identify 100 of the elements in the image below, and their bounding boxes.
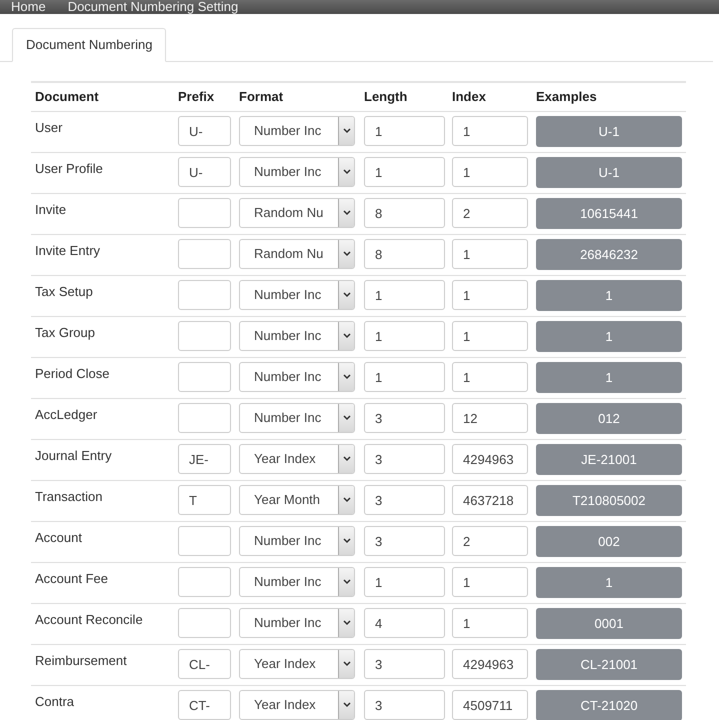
length-field[interactable]: 3 — [364, 690, 445, 720]
index-field[interactable]: 1 — [452, 567, 528, 597]
chevron-down-icon — [342, 210, 350, 216]
prefix-field[interactable] — [178, 526, 231, 556]
example-label: 1 — [536, 567, 682, 598]
index-field[interactable]: 4509711 — [452, 690, 528, 720]
format-dropdown[interactable]: Year Month — [239, 485, 355, 515]
length-field[interactable]: 8 — [364, 239, 445, 269]
prefix-field[interactable] — [178, 321, 231, 351]
format-dropdown[interactable]: Number Inc — [239, 116, 355, 146]
length-field[interactable]: 1 — [364, 116, 445, 146]
prefix-field[interactable] — [178, 198, 231, 228]
example-label: 012 — [536, 403, 682, 434]
length-field[interactable]: 3 — [364, 403, 445, 433]
document-name: Tax Group — [34, 324, 96, 342]
prefix-field[interactable] — [178, 403, 231, 433]
index-field[interactable]: 4637218 — [452, 485, 528, 515]
index-field[interactable]: 2 — [452, 198, 528, 228]
document-name: Account — [34, 529, 83, 547]
chevron-down-icon — [342, 579, 350, 585]
length-field[interactable]: 4 — [364, 608, 445, 638]
document-name: Invite — [34, 201, 68, 219]
column-header: Format — [239, 88, 284, 106]
format-dropdown[interactable]: Number Inc — [239, 280, 355, 310]
format-dropdown[interactable]: Number Inc — [239, 567, 355, 597]
chevron-down-icon — [342, 538, 350, 544]
example-label: 1 — [536, 321, 682, 352]
format-dropdown[interactable]: Number Inc — [239, 526, 355, 556]
chevron-down-icon — [342, 456, 350, 462]
prefix-field[interactable] — [178, 239, 231, 269]
index-field[interactable]: 1 — [452, 239, 528, 269]
document-name: AccLedger — [34, 406, 98, 424]
format-dropdown[interactable]: Number Inc — [239, 403, 355, 433]
length-field[interactable]: 3 — [364, 526, 445, 556]
column-header: Index — [452, 88, 487, 106]
prefix-field[interactable] — [178, 608, 231, 638]
document-name: User Profile — [34, 160, 104, 178]
prefix-field[interactable] — [178, 280, 231, 310]
chevron-down-icon — [342, 169, 350, 175]
column-header: Examples — [536, 88, 598, 106]
prefix-field[interactable]: T — [178, 485, 231, 515]
index-field[interactable]: 12 — [452, 403, 528, 433]
format-dropdown[interactable]: Year Index — [239, 690, 355, 720]
chevron-down-icon — [342, 128, 350, 134]
index-field[interactable]: 1 — [452, 280, 528, 310]
length-field[interactable]: 3 — [364, 444, 445, 474]
document-name: Account Reconcile — [34, 611, 144, 629]
example-label: CT-21020 — [536, 690, 682, 720]
breadcrumb-link[interactable]: Home — [11, 0, 46, 14]
index-field[interactable]: 1 — [452, 157, 528, 187]
example-label: 1 — [536, 280, 682, 311]
index-field[interactable]: 4294963 — [452, 649, 528, 679]
length-field[interactable]: 3 — [364, 649, 445, 679]
example-label: 1 — [536, 362, 682, 393]
length-field[interactable]: 8 — [364, 198, 445, 228]
index-field[interactable]: 4294963 — [452, 444, 528, 474]
format-dropdown[interactable]: Random Nu — [239, 198, 355, 228]
format-dropdown[interactable]: Random Nu — [239, 239, 355, 269]
length-field[interactable]: 3 — [364, 485, 445, 515]
length-field[interactable]: 1 — [364, 280, 445, 310]
length-field[interactable]: 1 — [364, 362, 445, 392]
format-dropdown[interactable]: Number Inc — [239, 362, 355, 392]
tab[interactable]: Document Numbering — [12, 28, 166, 62]
document-name: Contra — [34, 693, 76, 711]
format-dropdown[interactable]: Number Inc — [239, 157, 355, 187]
example-label: U-1 — [536, 157, 682, 188]
index-field[interactable]: 2 — [452, 526, 528, 556]
example-label: 0001 — [536, 608, 682, 639]
chevron-down-icon — [342, 374, 350, 380]
document-name: Period Close — [34, 365, 110, 383]
example-label: T210805002 — [536, 485, 682, 516]
chevron-down-icon — [342, 702, 350, 708]
breadcrumb-link[interactable]: Document Numbering Setting — [68, 0, 238, 14]
index-field[interactable]: 1 — [452, 321, 528, 351]
prefix-field[interactable]: JE- — [178, 444, 231, 474]
prefix-field[interactable]: CT- — [178, 690, 231, 720]
prefix-field[interactable] — [178, 362, 231, 392]
column-header: Document — [34, 88, 100, 106]
chevron-down-icon — [342, 333, 350, 339]
document-name: Invite Entry — [34, 242, 102, 260]
chevron-down-icon — [342, 620, 350, 626]
index-field[interactable]: 1 — [452, 362, 528, 392]
prefix-field[interactable]: CL- — [178, 649, 231, 679]
document-name: Transaction — [34, 488, 104, 506]
index-field[interactable]: 1 — [452, 116, 528, 146]
example-label: CL-21001 — [536, 649, 682, 680]
format-dropdown[interactable]: Year Index — [239, 649, 355, 679]
length-field[interactable]: 1 — [364, 321, 445, 351]
format-dropdown[interactable]: Year Index — [239, 444, 355, 474]
index-field[interactable]: 1 — [452, 608, 528, 638]
example-label: JE-21001 — [536, 444, 682, 475]
column-header: Length — [364, 88, 408, 106]
length-field[interactable]: 1 — [364, 567, 445, 597]
length-field[interactable]: 1 — [364, 157, 445, 187]
prefix-field[interactable]: U- — [178, 157, 231, 187]
prefix-field[interactable]: U- — [178, 116, 231, 146]
format-dropdown[interactable]: Number Inc — [239, 321, 355, 351]
example-label: 26846232 — [536, 239, 682, 270]
prefix-field[interactable] — [178, 567, 231, 597]
format-dropdown[interactable]: Number Inc — [239, 608, 355, 638]
